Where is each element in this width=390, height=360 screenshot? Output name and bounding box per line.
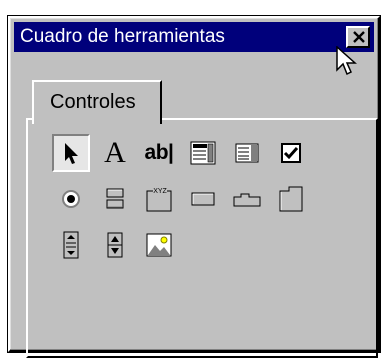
close-icon [353,31,365,43]
checkbox-icon [281,143,301,163]
scroll-bar-tool[interactable] [52,226,90,264]
radio-button-icon [62,190,80,208]
command-button-icon [191,192,215,206]
image-icon [146,233,172,257]
label-A-icon: A [104,136,126,169]
text-box-tool[interactable]: ab| [140,134,178,172]
window-title: Cuadro de herramientas [20,26,225,47]
frame-tool[interactable]: XYZ [140,180,178,218]
list-box-tool[interactable] [228,134,266,172]
multi-page-tool[interactable] [272,180,310,218]
multipage-icon [279,186,303,212]
svg-text:XYZ: XYZ [153,188,167,195]
title-bar[interactable]: Cuadro de herramientas [14,22,374,52]
textbox-icon: ab| [144,141,174,164]
toggle-button-icon [106,188,124,209]
check-box-tool[interactable] [272,134,310,172]
frame-icon: XYZ [146,186,172,212]
command-button-tool[interactable] [184,180,222,218]
spin-button-tool[interactable] [96,226,134,264]
combo-box-tool[interactable] [184,134,222,172]
list-box-icon [235,143,259,163]
scroll-bar-icon [63,231,79,259]
arrow-pointer-icon [65,143,78,164]
close-button[interactable] [346,26,370,48]
tab-strip-icon [233,193,261,207]
select-pointer-tool[interactable] [52,134,90,172]
option-button-tool[interactable] [52,180,90,218]
tab-controles[interactable]: Controles [32,80,162,124]
spin-button-icon [107,232,123,258]
tab-label: Controles [50,91,136,113]
controls-panel: A ab| XYZ [26,118,378,358]
label-tool[interactable]: A [96,134,134,172]
tab-strip-tool[interactable] [228,180,266,218]
mouse-cursor-icon [336,46,357,76]
combo-box-icon [190,141,216,165]
toolbox-window: Cuadro de herramientas Controles A ab| X… [8,16,380,358]
image-tool[interactable] [140,226,178,264]
toggle-button-tool[interactable] [96,180,134,218]
